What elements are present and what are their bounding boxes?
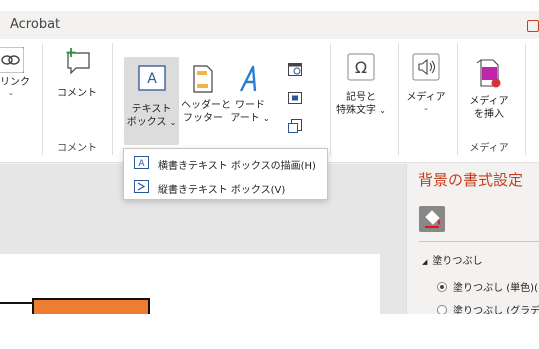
format-background-pane: 背景の書式設定 ◢ 塗りつぶし 塗りつぶし (単色)( 塗りつぶし (グラデー bbox=[406, 164, 539, 314]
radio-gradient-fill[interactable]: 塗りつぶし (グラデー bbox=[437, 302, 539, 314]
wordart-label-text: アート bbox=[230, 113, 260, 124]
text-box-label-line2: ボックス ⌄ bbox=[124, 116, 179, 129]
share-icon[interactable] bbox=[527, 20, 539, 32]
group-separator bbox=[525, 43, 526, 155]
group-separator bbox=[112, 43, 113, 155]
menu-item-label: 横書きテキスト ボックスの描画(H) bbox=[158, 161, 316, 172]
media-button[interactable]: メディア ⌄ bbox=[404, 53, 448, 112]
group-label-comments: コメント bbox=[57, 143, 97, 154]
wordart-icon bbox=[239, 65, 257, 92]
comment-label: コメント bbox=[57, 88, 97, 99]
fill-section-label: 塗りつぶし bbox=[432, 256, 483, 267]
gradient-fill-label: 塗りつぶし (グラデー bbox=[453, 306, 539, 314]
text-box-icon: A bbox=[137, 65, 166, 91]
group-separator bbox=[457, 43, 458, 155]
wordart-label-line2: アート ⌄ bbox=[228, 112, 272, 125]
omega-symbol-icon: Ω bbox=[347, 53, 375, 81]
symbols-label-text: 特殊文字 bbox=[336, 105, 377, 116]
solid-fill-label: 塗りつぶし (単色)( bbox=[453, 283, 538, 294]
header-footer-icon bbox=[193, 65, 213, 93]
pane-title: 背景の書式設定 bbox=[418, 171, 524, 189]
group-separator bbox=[398, 43, 399, 155]
radio-button-selected[interactable] bbox=[437, 282, 447, 292]
group-label-media: メディア bbox=[469, 143, 509, 154]
ribbon-tab-acrobat[interactable]: Acrobat bbox=[10, 17, 60, 32]
svg-text:Ω: Ω bbox=[355, 58, 367, 77]
radio-solid-fill[interactable]: 塗りつぶし (単色)( bbox=[437, 279, 538, 294]
link-button[interactable]: リンク ⌄ bbox=[0, 47, 30, 97]
chevron-down-icon: ⌄ bbox=[379, 106, 386, 115]
text-box-dropdown-menu: A 横書きテキスト ボックスの描画(H) 縦書きテキスト ボックス(V) bbox=[123, 148, 328, 200]
menu-item-vertical-text-box[interactable]: 縦書きテキスト ボックス(V) bbox=[124, 175, 327, 199]
text-box-label-line1: テキスト bbox=[131, 104, 172, 115]
new-comment-button[interactable]: コメント bbox=[52, 47, 102, 100]
collapse-triangle-icon: ◢ bbox=[422, 258, 428, 266]
header-footer-label-line1: ヘッダーと bbox=[181, 100, 231, 111]
insert-media-icon bbox=[476, 59, 501, 88]
insert-media-label-line1: メディア bbox=[469, 96, 509, 107]
group-separator bbox=[42, 43, 43, 155]
pane-divider bbox=[419, 241, 539, 242]
chevron-down-icon: ⌄ bbox=[8, 89, 14, 97]
vertical-text-box-icon bbox=[134, 180, 149, 193]
svg-text:A: A bbox=[138, 159, 145, 168]
fill-section-header[interactable]: ◢ 塗りつぶし bbox=[422, 252, 483, 267]
insert-media-button[interactable]: メディア を挿入 bbox=[464, 59, 514, 121]
header-footer-button[interactable]: ヘッダーと フッター bbox=[181, 65, 231, 125]
ribbon: リンク ⌄ コメント コメント A テキスト ボックス ⌄ ヘッダーと フッター… bbox=[0, 39, 539, 163]
slide-canvas[interactable] bbox=[0, 254, 380, 314]
chevron-down-icon: ⌄ bbox=[169, 118, 177, 127]
text-box-button[interactable]: A テキスト ボックス ⌄ bbox=[124, 57, 179, 145]
media-label: メディア bbox=[406, 92, 446, 103]
wordart-label-line1: ワード bbox=[235, 100, 265, 111]
horizontal-text-box-icon: A bbox=[134, 156, 149, 169]
new-comment-icon bbox=[66, 48, 90, 75]
object-icon[interactable] bbox=[287, 118, 303, 134]
menu-item-horizontal-text-box[interactable]: A 横書きテキスト ボックスの描画(H) bbox=[124, 151, 327, 175]
orange-rectangle-shape[interactable] bbox=[32, 298, 150, 314]
insert-media-label-line2: を挿入 bbox=[474, 109, 504, 120]
header-footer-label-line2: フッター bbox=[183, 113, 223, 124]
chevron-down-icon: ⌄ bbox=[262, 114, 270, 123]
radio-button[interactable] bbox=[437, 305, 447, 314]
date-time-icon[interactable] bbox=[287, 61, 303, 77]
powerpoint-window: Acrobat リンク ⌄ コメント コメント A テキスト ボックス ⌄ ヘッ… bbox=[0, 11, 539, 314]
group-separator bbox=[330, 43, 331, 155]
wordart-button[interactable]: ワード アート ⌄ bbox=[228, 65, 272, 125]
link-icon bbox=[0, 47, 24, 73]
slide-number-icon[interactable] bbox=[287, 90, 303, 106]
text-box-label-text: ボックス bbox=[126, 117, 167, 128]
title-bar: Acrobat bbox=[0, 11, 539, 39]
symbols-button[interactable]: Ω 記号と 特殊文字 ⌄ bbox=[333, 53, 389, 117]
line-shape[interactable] bbox=[0, 302, 32, 304]
symbols-label-line1: 記号と bbox=[346, 92, 376, 103]
chevron-down-icon: ⌄ bbox=[423, 104, 429, 112]
menu-item-label: 縦書きテキスト ボックス(V) bbox=[158, 185, 286, 196]
fill-bucket-icon[interactable] bbox=[419, 206, 445, 232]
svg-text:A: A bbox=[147, 71, 157, 87]
symbols-label-line2: 特殊文字 ⌄ bbox=[333, 104, 389, 117]
link-label: リンク bbox=[0, 77, 30, 88]
audio-speaker-icon bbox=[412, 53, 440, 81]
